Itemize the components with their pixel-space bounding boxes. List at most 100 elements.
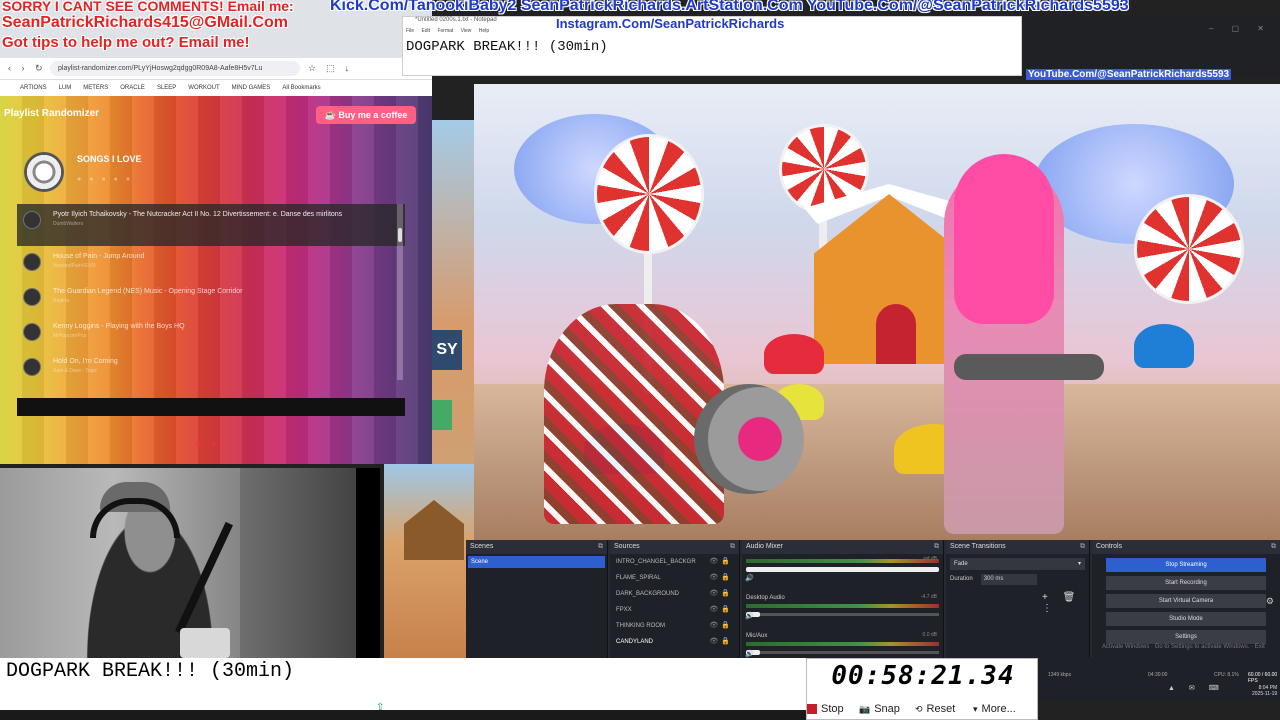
playlist-action-icons[interactable]: ●●●●●	[77, 176, 138, 183]
notepad-menu[interactable]: File Edit Format View Help	[406, 28, 489, 34]
avatar-blob	[694, 384, 804, 494]
speaker-icon[interactable]: 🔊	[745, 612, 754, 620]
buy-coffee-button[interactable]: ☕ Buy me a coffee	[316, 106, 416, 124]
studio-mode-button[interactable]: Studio Mode	[1106, 612, 1266, 626]
scroll-thumb[interactable]	[398, 228, 402, 242]
settings-button[interactable]: Settings	[1106, 630, 1266, 644]
chevron-down-icon: ▾	[973, 704, 978, 714]
dock-header: Scene Transitions ⧉	[946, 540, 1089, 554]
speaker-icon[interactable]: 🔊	[745, 650, 754, 658]
gumdrop	[1134, 324, 1194, 368]
transition-buttons[interactable]: + 🗑 ⋮	[1042, 592, 1089, 614]
volume-slider[interactable]	[746, 612, 939, 617]
game-capture	[474, 84, 1280, 540]
track-title: The Guardian Legend (NES) Music - Openin…	[53, 288, 243, 295]
bottom-title: DOGPARK BREAK!!! (30min)	[6, 660, 295, 683]
bookmark-item[interactable]: METERS	[83, 85, 108, 91]
start-recording-button[interactable]: Start Recording	[1106, 576, 1266, 590]
address-bar: ‹ › ↻ playlist-randomizer.com/PLyYjHoswg…	[0, 58, 432, 80]
url-field[interactable]: playlist-randomizer.com/PLyYjHoswg2qdgg0…	[50, 61, 300, 76]
stop-button[interactable]: Stop	[807, 699, 859, 719]
candy-cane-cake	[544, 304, 724, 524]
overlay-links-text: Kick.Com/TanookiBaby2 SeanPatrickRichard…	[330, 0, 1129, 14]
track-item[interactable]: The Guardian Legend (NES) Music - Openin…	[17, 281, 405, 316]
track-item[interactable]: Hold On, I'm Coming Sam & Dave - Topic	[17, 351, 405, 386]
player-controls[interactable]: ■■	[196, 440, 226, 449]
scene-transitions-dock: Scene Transitions ⧉ Fade ▾ Duration 300 ms …	[946, 540, 1090, 658]
volume-slider[interactable]	[746, 567, 939, 572]
lollipop	[594, 134, 704, 254]
track-thumbnail	[23, 358, 41, 376]
bookmark-item[interactable]: SLEEP	[157, 85, 176, 91]
bookmark-item[interactable]: ORACLE	[120, 85, 145, 91]
playlist-avatar	[24, 152, 64, 192]
scene-item[interactable]: Scene	[468, 556, 605, 568]
controls-dock: Controls ⧉ Stop Streaming Start Recording…	[1092, 540, 1280, 658]
track-title: Hold On, I'm Coming	[53, 358, 118, 365]
activate-windows-watermark: Activate Windows · Go to Settings to act…	[1102, 644, 1265, 650]
webcam-feed	[0, 468, 380, 658]
game-sign: SY	[432, 330, 462, 370]
track-thumbnail	[23, 253, 41, 271]
dock-header: Controls ⧉	[1092, 540, 1280, 554]
bookmark-item[interactable]: WORKOUT	[188, 85, 219, 91]
track-item[interactable]: Kenny Loggins - Playing with the Boys HQ…	[17, 316, 405, 351]
system-tray[interactable]: ▲ ✉ ⌨	[1168, 684, 1225, 692]
eye-lock-icon[interactable]: 👁🔒	[709, 634, 733, 650]
arrow-up-icon: ⇧	[376, 702, 385, 713]
source-item[interactable]: INTRO_CHANGEL_BACKGR 👁🔒	[610, 554, 739, 570]
track-artist: DumbWalters	[53, 221, 84, 227]
source-item[interactable]: THINKING ROOM 👁🔒	[610, 618, 739, 634]
window-controls[interactable]: ‒ ▢ ✕	[1209, 24, 1272, 33]
snap-button[interactable]: 📷 Snap	[859, 699, 915, 719]
track-item[interactable]: Pyotr Ilyich Tchaikovsky - The Nutcracke…	[17, 204, 405, 246]
bookmarks-bar: ARTIONS LUM METERS ORACLE SLEEP WORKOUT …	[0, 80, 432, 96]
track-list: Pyotr Ilyich Tchaikovsky - The Nutcracke…	[17, 204, 405, 380]
bookmark-item[interactable]: All Bookmarks	[282, 85, 320, 91]
track-list-scrollbar[interactable]	[397, 204, 403, 380]
nav-buttons[interactable]: ‹ › ↻	[8, 63, 50, 74]
source-item[interactable]: DARK_BACKGROUND 👁🔒	[610, 586, 739, 602]
eye-lock-icon[interactable]: 👁🔒	[709, 570, 733, 586]
undock-icon[interactable]: ⧉	[1271, 540, 1276, 554]
duration-input[interactable]: 300 ms	[980, 574, 1037, 585]
undock-icon[interactable]: ⧉	[598, 540, 603, 554]
taskbar	[0, 710, 806, 720]
browser-window: ‹ › ↻ playlist-randomizer.com/PLyYjHoswg…	[0, 0, 432, 464]
volume-slider[interactable]	[746, 650, 939, 655]
track-item[interactable]: House of Pain - Jump Around HouseofPainV…	[17, 246, 405, 281]
stop-streaming-button[interactable]: Stop Streaming	[1106, 558, 1266, 572]
track-thumbnail	[23, 288, 41, 306]
browser-actions[interactable]: ☆⬚↓	[308, 63, 359, 74]
track-artist: MrPopcornPop	[53, 333, 87, 339]
undock-icon[interactable]: ⧉	[730, 540, 735, 554]
secondary-game-view: SY	[432, 120, 474, 464]
notepad-text[interactable]: DOGPARK BREAK!!! (30min)	[406, 39, 608, 55]
undock-icon[interactable]: ⧉	[934, 540, 939, 554]
avatar-hair	[954, 154, 1054, 324]
secondary-game-view-bottom	[384, 464, 474, 660]
more-button[interactable]: ▾ More...	[973, 699, 1039, 719]
system-clock: 8:04 PM 2025-11-19	[1252, 685, 1278, 697]
source-item[interactable]: FPXX 👁🔒	[610, 602, 739, 618]
stopwatch-time: 00:58:21.34	[831, 661, 1015, 691]
overlay-email-text: SeanPatrickRichards415@GMail.Com	[2, 14, 288, 31]
eye-lock-icon[interactable]: 👁🔒	[709, 586, 733, 602]
start-virtual-camera-button[interactable]: Start Virtual Camera	[1106, 594, 1266, 608]
source-item[interactable]: FLAME_SPIRAL 👁🔒	[610, 570, 739, 586]
reset-button[interactable]: ⟲ Reset	[915, 699, 973, 719]
source-item[interactable]: CANDYLAND 👁🔒	[610, 634, 739, 650]
bookmark-item[interactable]: LUM	[59, 85, 72, 91]
bookmark-item[interactable]: ARTIONS	[20, 85, 47, 91]
eye-lock-icon[interactable]: 👁🔒	[709, 618, 733, 634]
video-player[interactable]	[17, 398, 405, 416]
undock-icon[interactable]: ⧉	[1080, 540, 1085, 554]
eye-lock-icon[interactable]: 👁🔒	[709, 554, 733, 570]
eye-lock-icon[interactable]: 👁🔒	[709, 602, 733, 618]
speaker-icon[interactable]: 🔊	[745, 574, 754, 582]
bookmark-item[interactable]: MIND GAMES	[232, 85, 271, 91]
gear-icon[interactable]: ⚙	[1266, 596, 1274, 607]
volume-meter	[746, 642, 939, 646]
transition-select[interactable]: Fade ▾	[950, 558, 1085, 570]
stopwatch-buttons: Stop 📷 Snap ⟲ Reset ▾ More...	[807, 699, 1039, 719]
